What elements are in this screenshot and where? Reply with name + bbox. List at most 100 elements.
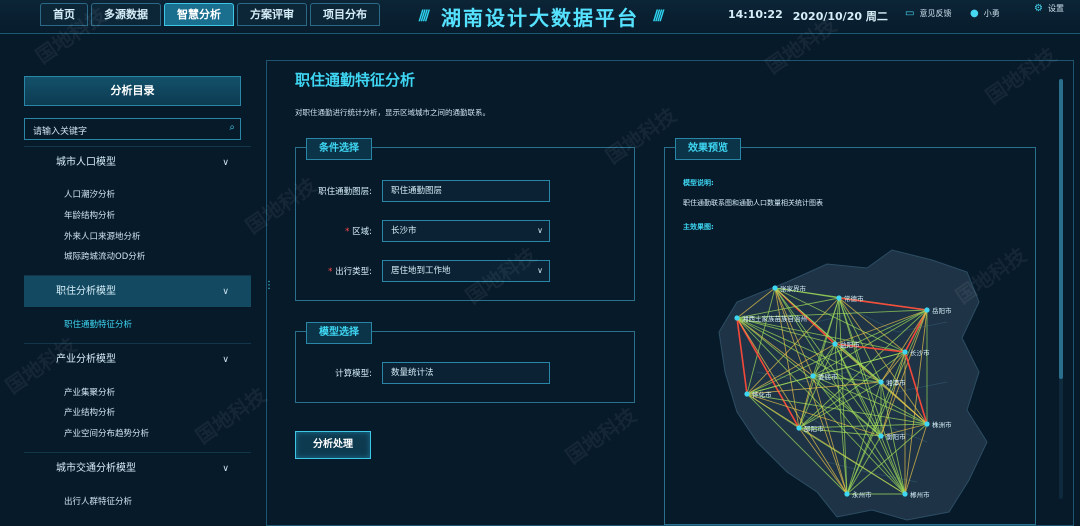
chevron-down-icon: ∨ [222,355,229,365]
city-label: 永州市 [852,490,872,499]
feedback-link[interactable]: ▭ 意见反馈 [905,8,951,19]
city-label: 岳阳市 [932,306,952,315]
trip-type-label: * 出行类型: [328,265,372,277]
city-label: 郴州市 [910,490,930,499]
settings-link[interactable]: ⚙ 设置 [1034,3,1064,14]
feedback-icon: ▭ [905,8,915,19]
calc-model-value: 数量统计法 [391,368,434,378]
nav-tab-multisource-data[interactable]: 多源数据 [91,3,161,26]
city-node[interactable] [772,285,778,291]
city-node[interactable] [902,349,908,355]
region-label-text: 区域: [352,227,372,237]
city-label: 常德市 [844,294,864,303]
sidebar-group-jobs-housing[interactable]: 职住分析模型 ∨ [24,275,251,307]
decor-slashes-left: //// [418,8,431,24]
group-label: 城市人口模型 [56,157,116,168]
calc-model-field[interactable]: 数量统计法 [382,362,550,384]
preview-section: 效果预览 模型说明: 职住通勤联系图和通勤人口数量相关统计图表 主效果图: 张家… [664,138,1036,525]
chevron-down-icon: ∨ [222,158,229,168]
city-node[interactable] [878,433,884,439]
nav-tab-plan-review[interactable]: 方案评审 [237,3,307,26]
gear-icon: ⚙ [1034,3,1043,14]
model-section-title: 模型选择 [306,322,372,344]
sidebar-search: ⌕ [24,118,241,142]
sidebar-item-spatial-trend[interactable]: 产业空间分布趋势分析 [64,427,149,439]
sidebar-item-structure[interactable]: 产业结构分析 [64,406,115,418]
region-select[interactable]: 长沙市 ∨ [382,220,550,242]
nav-tab-smart-analysis[interactable]: 智慧分析 [164,3,234,26]
city-node[interactable] [924,307,930,313]
model-desc-key: 模型说明: [683,179,714,187]
chevron-down-icon: ∨ [222,464,229,474]
scrollbar[interactable] [1059,79,1063,499]
page-description: 对职住通勤进行统计分析，显示区域城市之间的通勤联系。 [295,108,490,117]
sidebar-title: 分析目录 [24,76,241,106]
sidebar-item-age[interactable]: 年龄结构分析 [64,209,115,221]
user-menu[interactable]: ● 小勇 [970,8,1000,19]
sidebar-item-od[interactable]: 城际跨城流动OD分析 [64,250,145,262]
trip-type-row: * 出行类型: 居住地到工作地 ∨ [296,260,626,282]
layer-label: 职住通勤图层: [318,187,372,197]
region-row: * 区域: 长沙市 ∨ [296,220,626,242]
city-node[interactable] [836,295,842,301]
trip-type-select[interactable]: 居住地到工作地 ∨ [382,260,550,282]
city-node[interactable] [844,491,850,497]
city-node[interactable] [902,491,908,497]
search-input[interactable] [25,122,215,142]
model-desc-value: 职住通勤联系图和通勤人口数量相关统计图表 [683,199,823,207]
preview-section-title: 效果预览 [675,138,741,160]
main-nav: 首页 多源数据 智慧分析 方案评审 项目分布 [40,3,380,26]
city-label: 衡阳市 [886,432,906,441]
layer-field[interactable]: 职住通勤图层 [382,180,550,202]
header-divider [0,33,1080,34]
user-name: 小勇 [983,9,1000,18]
app-title: 湖南设计大数据平台 [441,5,639,30]
effect-key: 主效果图: [683,223,714,231]
settings-label: 设置 [1047,4,1064,13]
city-label: 湘西土家族苗族自治州 [742,314,807,323]
city-node[interactable] [796,425,802,431]
group-label: 产业分析模型 [56,354,116,365]
condition-section-title: 条件选择 [306,138,372,160]
city-label: 邵阳市 [804,424,824,433]
sidebar-group-industry[interactable]: 产业分析模型 ∨ [24,343,251,375]
city-node[interactable] [924,421,930,427]
decor-slashes-right: //// [653,8,665,24]
nav-tab-home[interactable]: 首页 [40,3,88,26]
sidebar-item-cluster[interactable]: 产业集聚分析 [64,386,115,398]
analyze-button[interactable]: 分析处理 [295,431,371,459]
clock-date: 2020/10/20 周二 [792,10,888,23]
city-node[interactable] [744,391,750,397]
sidebar-item-traveler[interactable]: 出行人群特征分析 [64,495,132,507]
search-icon[interactable]: ⌕ [229,122,235,133]
title-block: //// 湖南设计大数据平台 //// [370,2,710,30]
sidebar-group-traffic[interactable]: 城市交通分析模型 ∨ [24,452,251,484]
region-label: * 区域: [345,225,372,237]
trip-type-label-text: 出行类型: [335,267,372,277]
sidebar-item-migrant[interactable]: 外来人口来源地分析 [64,230,141,242]
main-panel: 职住通勤特征分析 对职住通勤进行统计分析，显示区域城市之间的通勤联系。 条件选择… [266,60,1074,526]
city-label: 张家界市 [780,284,807,293]
chevron-down-icon: ∨ [222,287,229,297]
city-node[interactable] [810,373,816,379]
city-label: 益阳市 [840,340,860,349]
city-label: 长沙市 [910,348,930,357]
page-title: 职住通勤特征分析 [295,71,416,89]
feedback-label: 意见反馈 [919,9,952,18]
calc-model-row: 计算模型: 数量统计法 [296,362,626,384]
datetime: 14:10:22 2020/10/20 周二 [728,8,888,24]
city-node[interactable] [832,341,838,347]
sidebar-item-tidal[interactable]: 人口潮汐分析 [64,188,115,200]
sidebar-group-population[interactable]: 城市人口模型 ∨ [24,146,251,178]
scrollbar-thumb[interactable] [1059,79,1063,379]
clock-time: 14:10:22 [728,8,783,21]
layer-value: 职住通勤图层 [391,186,443,196]
group-label: 职住分析模型 [56,286,116,297]
city-node[interactable] [734,315,740,321]
region-value: 长沙市 [391,226,417,236]
city-node[interactable] [878,379,884,385]
city-label: 株洲市 [932,420,952,429]
analysis-sidebar: 分析目录 ⌕ 城市人口模型 ∨ 人口潮汐分析 年龄结构分析 外来人口来源地分析 … [14,62,258,522]
sidebar-item-commute[interactable]: 职住通勤特征分析 [64,318,132,330]
city-label: 娄底市 [818,372,838,381]
